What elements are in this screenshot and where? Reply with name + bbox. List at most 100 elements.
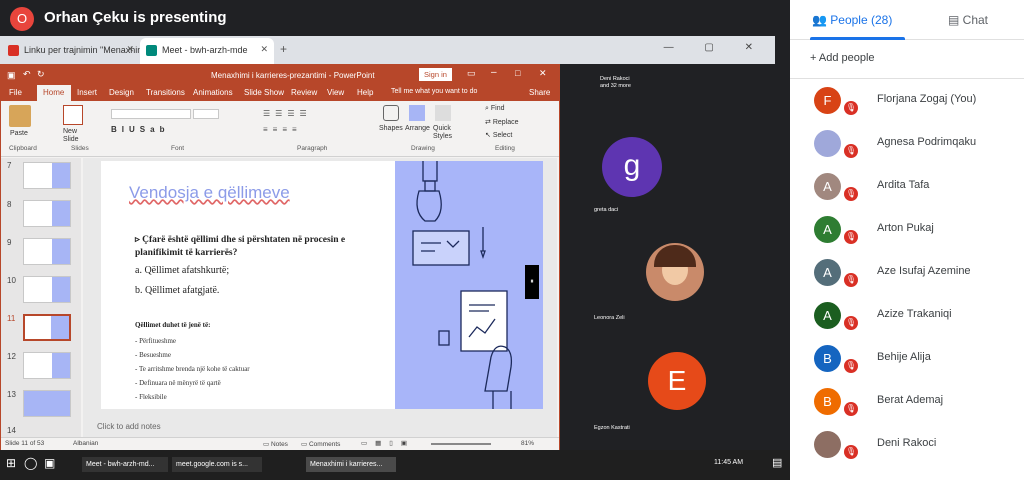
participant-row[interactable]: B 🎙 Berat Ademaj: [790, 380, 1024, 423]
font-size-select[interactable]: [193, 109, 219, 119]
participant-row[interactable]: B 🎙 Behije Alija: [790, 337, 1024, 380]
add-people-button[interactable]: + Add people: [810, 52, 875, 64]
tab-slide-show[interactable]: Slide Show: [244, 88, 284, 97]
new-tab-icon[interactable]: +: [280, 42, 287, 56]
clock[interactable]: 11:45 AM: [714, 459, 743, 466]
select-button[interactable]: ↖ Select: [485, 131, 512, 139]
language[interactable]: Albanian: [73, 440, 98, 447]
slide-title: Vendosja e qëllimeve: [129, 183, 290, 202]
tell-me-search[interactable]: Tell me what you want to do: [391, 88, 477, 95]
paragraph-list-buttons[interactable]: ☰☰☰☰: [263, 109, 312, 118]
slide-thumbnail-selected[interactable]: [23, 314, 71, 341]
participant-name: Azize Trakaniqi: [877, 308, 952, 320]
close-tab-icon[interactable]: ✕: [260, 44, 268, 55]
participant-row[interactable]: A 🎙 Azize Trakaniqi: [790, 294, 1024, 337]
participant-name: greta daci: [594, 207, 619, 213]
taskbar-chrome-1[interactable]: Meet - bwh-arzh-md...: [82, 457, 168, 472]
paste-icon[interactable]: [9, 105, 31, 127]
participant-avatar: g: [602, 137, 662, 197]
close-tab-icon[interactable]: ✕: [126, 44, 134, 55]
participant-name: Berat Ademaj: [877, 394, 944, 406]
notes-placeholder[interactable]: Click to add notes: [97, 422, 161, 431]
tab-animations[interactable]: Animations: [193, 88, 233, 97]
windows-taskbar: ⊞ ◯ ▣ Meet - bwh-arzh-md... meet.google.…: [0, 450, 790, 480]
tab-file[interactable]: File: [9, 88, 22, 97]
paragraph-align-buttons[interactable]: ≡≡≡≡: [263, 125, 302, 134]
taskbar-chrome-2[interactable]: meet.google.com is s...: [172, 457, 262, 472]
group-clipboard: Clipboard: [9, 145, 37, 152]
notes-label: Notes: [270, 441, 288, 448]
window-controls[interactable]: — ▢ ✕: [664, 42, 767, 53]
undo-icon[interactable]: ↶: [23, 69, 31, 80]
side-handle[interactable]: ⏸: [525, 265, 539, 299]
sign-in-button[interactable]: Sign in: [419, 68, 452, 81]
people-panel: 👥 People (28) ▤ Chat + Add people F 🎙 Flor…: [790, 0, 1024, 480]
view-buttons[interactable]: ▭▦▯▣: [361, 439, 415, 447]
slide-thumbnail[interactable]: [23, 200, 71, 227]
participant-row[interactable]: 🎙 Deni Rakoci: [790, 423, 1024, 466]
arrange-button[interactable]: Arrange: [405, 125, 430, 132]
participant-row[interactable]: A 🎙 Ardita Tafa: [790, 165, 1024, 208]
comments-button[interactable]: ▭ Comments: [301, 440, 340, 448]
close-icon[interactable]: ✕: [539, 68, 547, 79]
ribbon-display-icon[interactable]: ▭: [467, 68, 476, 79]
search-icon[interactable]: ◯: [24, 456, 37, 470]
start-icon[interactable]: ⊞: [6, 456, 16, 470]
shapes-button[interactable]: Shapes: [379, 125, 403, 132]
font-format-buttons[interactable]: BIUSab: [111, 125, 169, 134]
share-button[interactable]: Share: [529, 88, 550, 97]
tab-view[interactable]: View: [327, 88, 344, 97]
tab-home[interactable]: Home: [43, 88, 64, 97]
people-tab-label: People (28): [830, 13, 893, 27]
new-slide-button[interactable]: New Slide: [63, 128, 87, 144]
minimize-icon[interactable]: –: [491, 67, 497, 78]
zoom-level[interactable]: 81%: [521, 440, 534, 447]
slide-bullet: - Përfitueshme: [135, 337, 177, 345]
slide-thumbnail[interactable]: [23, 162, 71, 189]
maximize-icon[interactable]: □: [515, 68, 520, 78]
participant-row[interactable]: A 🎙 Arton Pukaj: [790, 208, 1024, 251]
tab-transitions[interactable]: Transitions: [146, 88, 185, 97]
tab-chat[interactable]: ▤ Chat: [948, 13, 988, 27]
save-icon[interactable]: ▣: [7, 70, 16, 81]
font-name-select[interactable]: [111, 109, 191, 119]
shapes-icon[interactable]: [383, 105, 399, 121]
taskbar-powerpoint[interactable]: Menaxhimi i karrieres...: [306, 457, 396, 472]
paste-button[interactable]: Paste: [10, 130, 28, 137]
slide-thumbnail[interactable]: [23, 390, 71, 417]
task-view-icon[interactable]: ▣: [44, 456, 55, 470]
participant-avatar: [814, 130, 841, 157]
tab-people[interactable]: 👥 People (28): [812, 13, 892, 27]
slide-count: Slide 11 of 53: [5, 440, 45, 447]
notes-button[interactable]: ▭ Notes: [263, 440, 288, 448]
arrange-icon[interactable]: [409, 105, 425, 121]
find-button[interactable]: ⌕ Find: [485, 105, 505, 113]
redo-icon[interactable]: ↻: [37, 69, 45, 80]
slide-thumbnail[interactable]: [23, 238, 71, 265]
quick-styles-button[interactable]: Quick Styles: [433, 125, 457, 141]
participant-avatar: F: [814, 87, 841, 114]
mic-off-icon: 🎙: [844, 230, 858, 244]
participant-name: Leonora Zeli: [594, 315, 625, 321]
participant-row[interactable]: A 🎙 Aze Isufaj Azemine: [790, 251, 1024, 294]
new-slide-icon[interactable]: [63, 105, 83, 125]
powerpoint-window: ▣ ↶ ↻ Menaxhimi i karrieres-prezantimi -…: [0, 64, 560, 478]
participant-name: Arton Pukaj: [877, 222, 934, 234]
notifications-icon[interactable]: ▤: [772, 456, 782, 469]
zoom-slider[interactable]: [431, 443, 491, 445]
slide-thumbnail[interactable]: [23, 276, 71, 303]
replace-button[interactable]: ⇄ Replace: [485, 118, 519, 126]
slide-thumbnail[interactable]: [23, 352, 71, 379]
participant-row[interactable]: F 🎙 Florjana Zogaj (You): [790, 79, 1024, 122]
tab-review[interactable]: Review: [291, 88, 317, 97]
slide-item-a: a. Qëllimet afatshkurtë;: [135, 265, 230, 276]
tab-design[interactable]: Design: [109, 88, 134, 97]
browser-tab-active[interactable]: Meet - bwh-arzh-mde ✕: [140, 38, 274, 64]
thumb-number: 9: [7, 238, 12, 247]
participant-row[interactable]: 🎙 Agnesa Podrimqaku: [790, 122, 1024, 165]
browser-tab[interactable]: Linku per trajnimin "Menaxhimi... ✕: [2, 38, 140, 64]
tab-help[interactable]: Help: [357, 88, 373, 97]
tab-insert[interactable]: Insert: [77, 88, 97, 97]
chat-tab-label: Chat: [962, 13, 989, 27]
quick-styles-icon[interactable]: [435, 105, 451, 121]
